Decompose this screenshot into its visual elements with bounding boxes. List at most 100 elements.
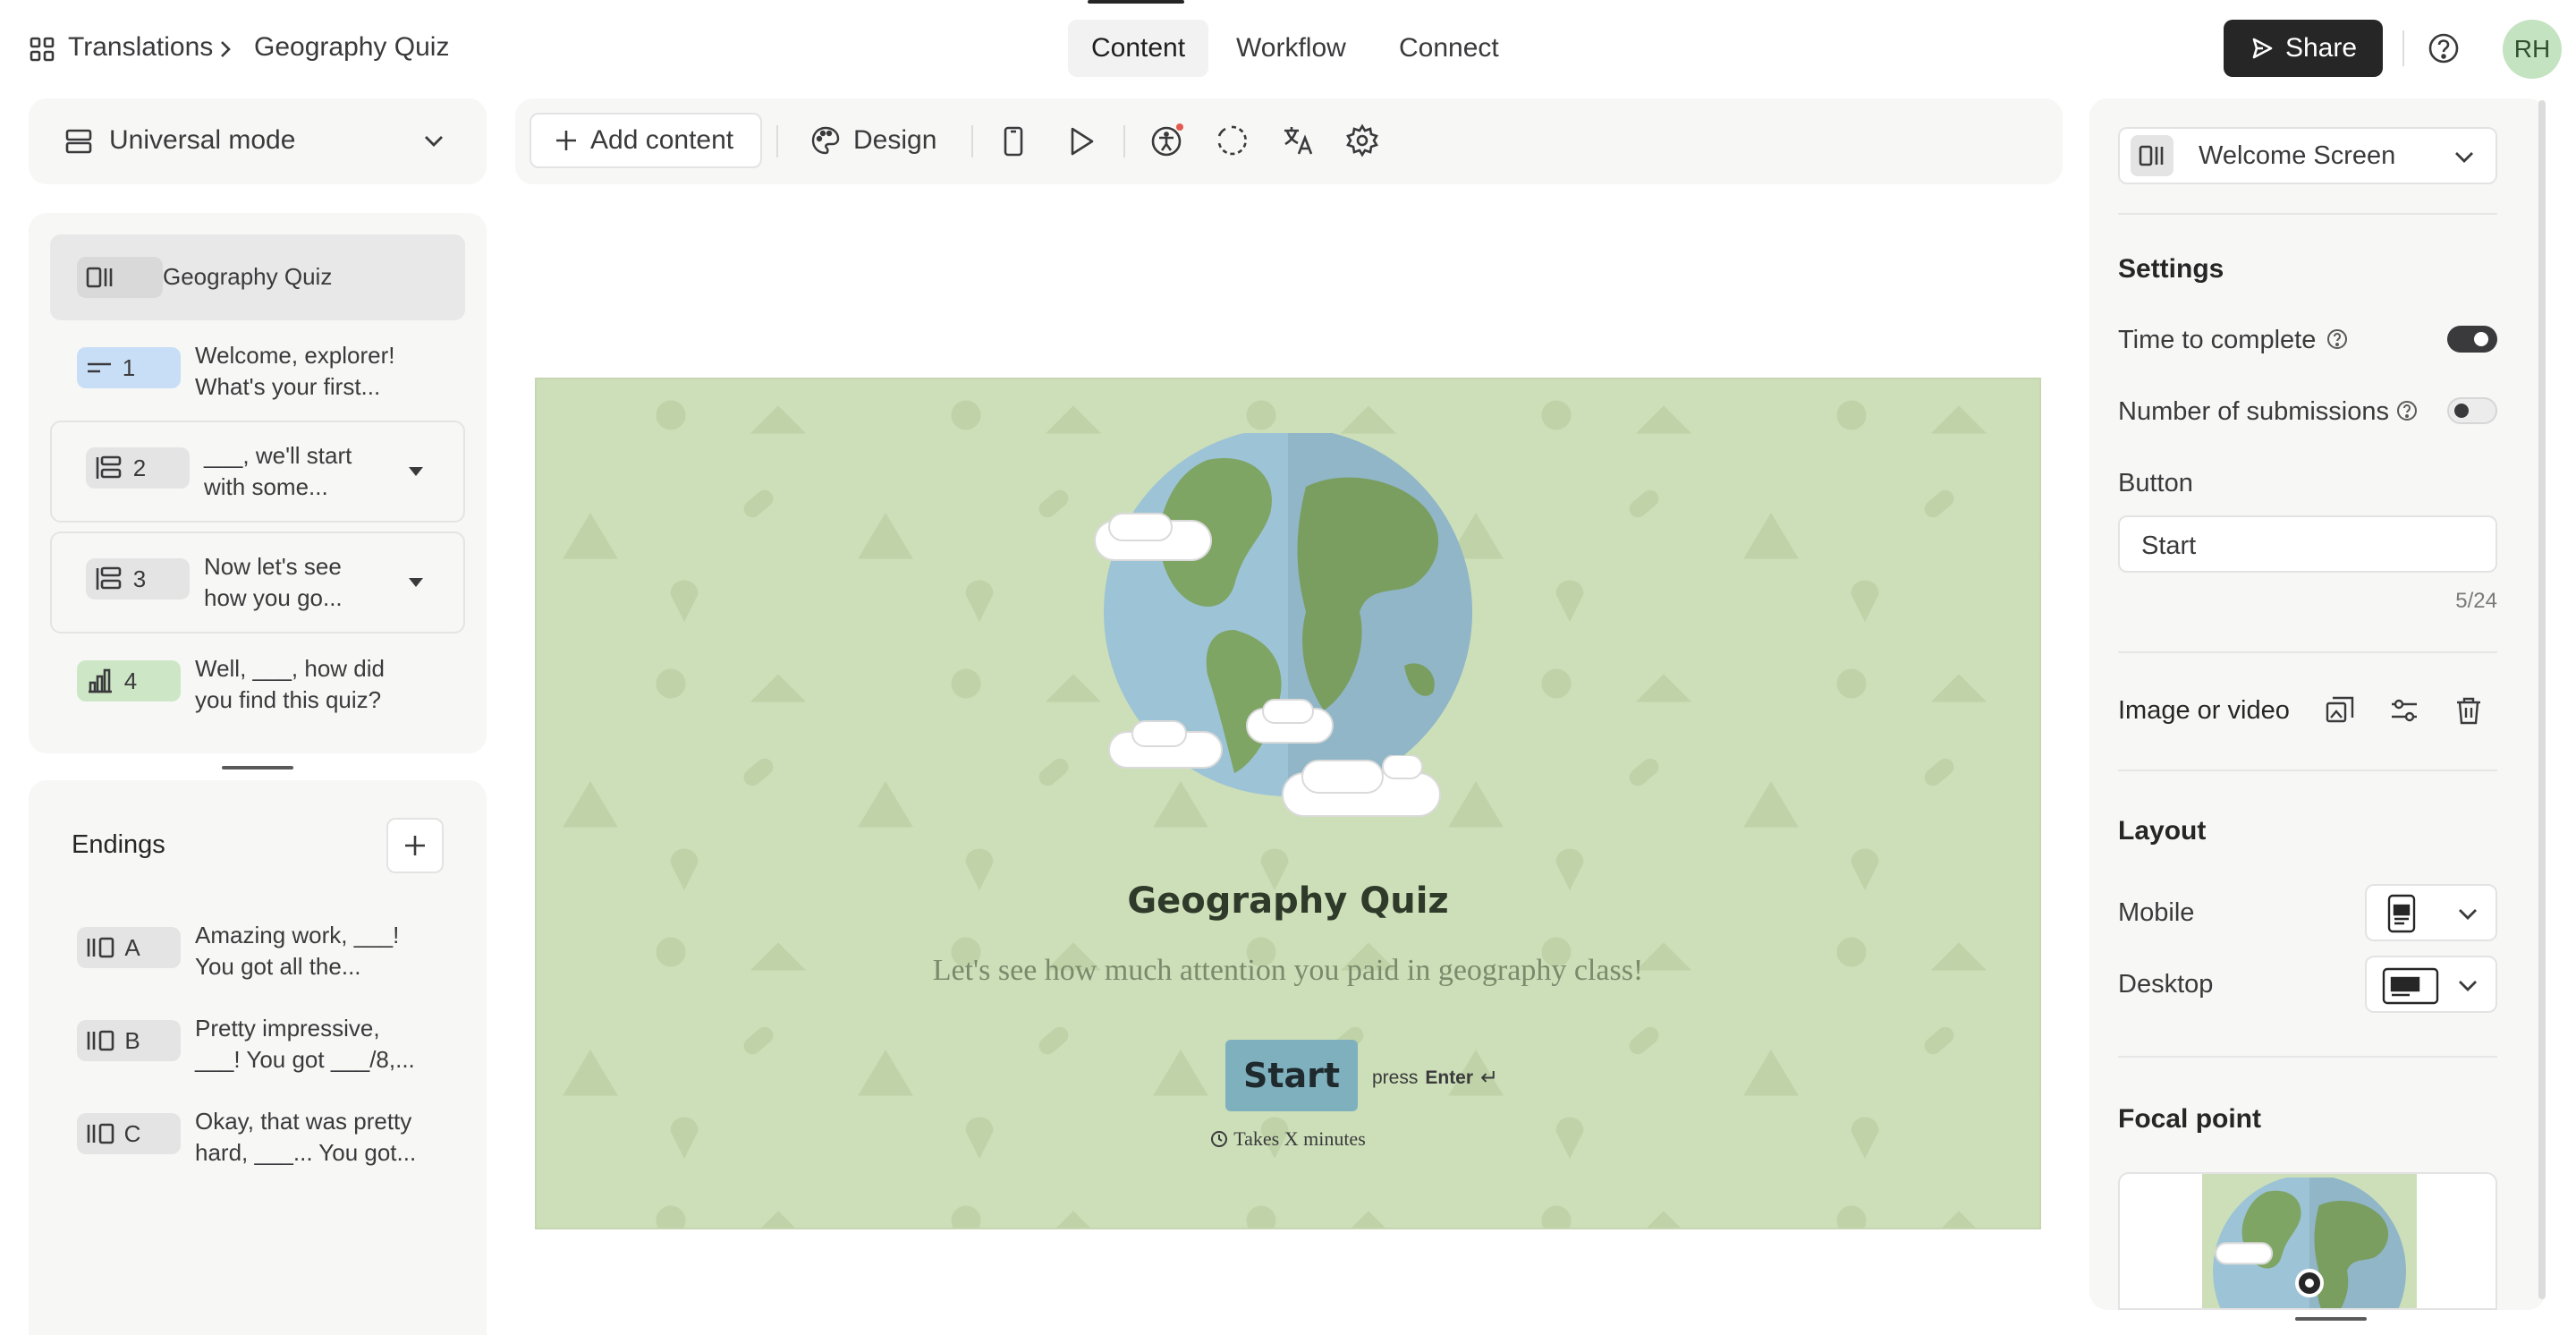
duration-hint: Takes X minutes: [537, 1127, 2039, 1151]
sliders-adjust-icon[interactable]: [2388, 694, 2420, 727]
divider: [2118, 651, 2497, 653]
ending-text: Amazing work, ___! You got all the...: [195, 920, 399, 982]
list-item[interactable]: 1 Welcome, explorer! What's your first..…: [50, 340, 465, 403]
palette-icon: [810, 125, 841, 156]
image-gallery-icon[interactable]: [2324, 694, 2356, 727]
cloud-illustration: [1282, 755, 1441, 817]
ending-screen-icon: [86, 936, 116, 959]
design-label: Design: [853, 125, 937, 155]
settings-heading: Settings: [2118, 254, 2224, 284]
enter-key-icon: ↵: [1480, 1066, 1499, 1090]
divider: [2118, 213, 2497, 215]
tab-content[interactable]: Content: [1068, 20, 1209, 77]
plus-icon: [555, 129, 578, 152]
button-field-label: Button: [2118, 469, 2193, 497]
translate-icon[interactable]: [1281, 123, 1315, 157]
mode-select[interactable]: Universal mode: [29, 98, 487, 184]
plus-icon: [402, 833, 428, 858]
ending-line1: Amazing work, ___!: [195, 922, 400, 948]
time-to-complete-toggle[interactable]: [2447, 326, 2497, 353]
question-text: ___, we'll start with some...: [204, 440, 352, 503]
avatar[interactable]: RH: [2503, 20, 2562, 79]
share-button[interactable]: Share: [2224, 20, 2383, 77]
divider: [2118, 770, 2497, 771]
caret-down-icon[interactable]: [406, 465, 426, 478]
list-item[interactable]: 4 Well, ___, how did you find this quiz?: [50, 653, 465, 716]
number-of-submissions-toggle[interactable]: [2447, 397, 2497, 424]
ending-item[interactable]: A Amazing work, ___! You got all the...: [50, 920, 465, 982]
mobile-preview-icon[interactable]: [1000, 125, 1027, 157]
question-badge: 2: [86, 447, 190, 489]
question-line1: Well, ___, how did: [195, 655, 385, 682]
question-badge: 4: [77, 660, 181, 702]
multiple-choice-icon: [95, 455, 123, 481]
char-count: 5/24: [2455, 589, 2497, 613]
active-tab-indicator: [1088, 0, 1184, 4]
breadcrumb-root[interactable]: Translations: [68, 32, 213, 63]
layout-heading: Layout: [2118, 816, 2207, 846]
welcome-screen-badge: [77, 257, 163, 298]
mobile-layout-select[interactable]: [2365, 884, 2497, 941]
ending-line2: hard, ___... You got...: [195, 1139, 417, 1166]
chevron-right-icon: [218, 39, 233, 59]
ending-badge: B: [77, 1020, 181, 1061]
mobile-layout-label: Mobile: [2118, 898, 2195, 927]
desktop-layout-select[interactable]: [2365, 956, 2497, 1013]
ending-badge: C: [77, 1113, 181, 1154]
play-icon[interactable]: [1066, 125, 1097, 157]
add-ending-button[interactable]: [386, 818, 444, 873]
tab-connect[interactable]: Connect: [1376, 20, 1522, 77]
question-number: 2: [132, 454, 147, 481]
tab-workflow[interactable]: Workflow: [1213, 20, 1369, 77]
ending-item[interactable]: B Pretty impressive, ___! You got ___/8,…: [50, 1013, 465, 1076]
cloud-illustration: [1108, 720, 1223, 769]
topbar-divider: [2402, 30, 2404, 66]
settings-gear-icon[interactable]: [1345, 123, 1379, 157]
accessibility-icon[interactable]: [1150, 123, 1184, 157]
button-text-input[interactable]: Start: [2118, 515, 2497, 573]
toolbar-divider: [776, 125, 778, 157]
add-content-button[interactable]: Add content: [530, 113, 762, 168]
caret-down-icon[interactable]: [406, 576, 426, 589]
ending-line2: You got all the...: [195, 953, 361, 980]
preview-title: Geography Quiz: [1127, 880, 1449, 922]
enter-key-label: Enter: [1425, 1067, 1474, 1088]
ending-screen-icon: [86, 1122, 116, 1145]
loading-logic-icon[interactable]: [1215, 123, 1249, 157]
ending-text: Pretty impressive, ___! You got ___/8,..…: [195, 1013, 415, 1076]
focal-point-heading: Focal point: [2118, 1104, 2261, 1134]
ending-item[interactable]: C Okay, that was pretty hard, ___... You…: [50, 1106, 465, 1169]
apps-grid-icon[interactable]: [29, 36, 55, 63]
chevron-down-icon: [422, 131, 445, 150]
focal-point-picker[interactable]: [2118, 1172, 2497, 1310]
focal-point-marker[interactable]: [2295, 1269, 2324, 1297]
question-line2: you find this quiz?: [195, 686, 382, 713]
short-text-icon: [86, 359, 113, 377]
info-icon[interactable]: [2395, 399, 2419, 422]
ending-line2: ___! You got ___/8,...: [195, 1046, 415, 1073]
desktop-layout-icon: [2381, 966, 2440, 1006]
resize-handle[interactable]: [222, 766, 293, 770]
design-button[interactable]: Design: [798, 113, 959, 168]
ending-letter: B: [124, 1026, 140, 1054]
info-icon[interactable]: [2326, 327, 2349, 351]
question-line2: What's your first...: [195, 373, 381, 400]
screen-select[interactable]: Welcome Screen: [2118, 127, 2497, 184]
panel-scrollbar[interactable]: [2538, 100, 2546, 1299]
preview-start-button[interactable]: Start: [1225, 1040, 1358, 1111]
question-line1: Now let's see: [204, 553, 342, 580]
duration-label: Takes X minutes: [1233, 1127, 1366, 1150]
toolbar-divider: [971, 125, 973, 157]
preview-canvas[interactable]: Geography Quiz Let's see how much attent…: [535, 378, 2041, 1229]
help-icon[interactable]: [2426, 30, 2462, 66]
share-label: Share: [2284, 33, 2358, 63]
question-badge: 1: [77, 347, 181, 388]
multiple-choice-icon: [95, 565, 123, 592]
desktop-layout-label: Desktop: [2118, 970, 2214, 999]
press-enter-hint: press Enter ↵: [1372, 1065, 1498, 1091]
ending-line1: Pretty impressive,: [195, 1015, 380, 1042]
trash-icon[interactable]: [2453, 694, 2485, 727]
image-or-video-label: Image or video: [2118, 696, 2290, 725]
ending-letter: C: [123, 1119, 141, 1147]
bottom-scroll-indicator: [2295, 1317, 2367, 1321]
